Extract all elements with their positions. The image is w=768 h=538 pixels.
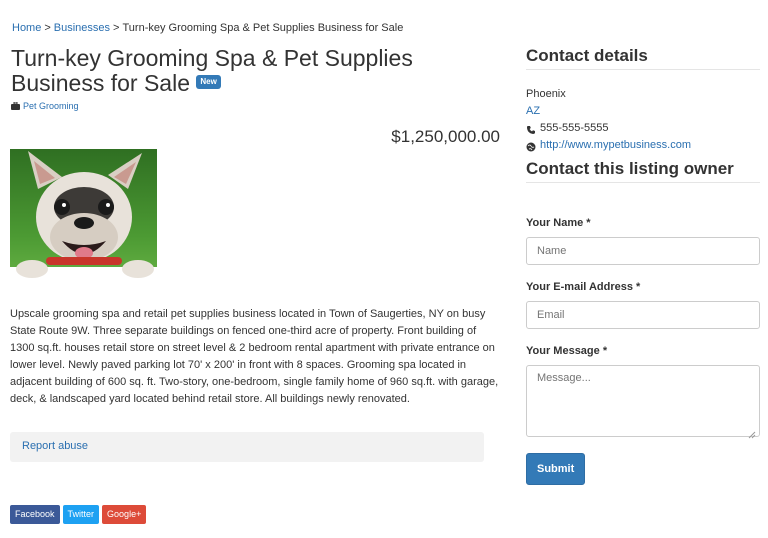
email-label: Your E-mail Address * [526,281,641,293]
message-group: Your Message * [526,345,760,440]
social-share-bar: Facebook Twitter Google+ [10,505,147,524]
breadcrumb: Home > Businesses > Turn-key Grooming Spa & … [12,22,403,34]
message-label: Your Message * [526,345,608,357]
listing-photo [10,149,157,294]
contact-owner-heading: Contact this listing owner [526,159,760,183]
submit-button[interactable]: Submit [526,453,586,485]
googleplus-share-button[interactable]: Google+ [102,505,147,524]
briefcase-icon [11,101,20,110]
name-input[interactable] [526,237,760,265]
contact-sidebar: Contact details Phoenix AZ 555-555-5555 … [526,46,760,485]
breadcrumb-home-link[interactable]: Home [12,22,41,34]
email-group: Your E-mail Address * [526,281,760,329]
listing-description: Upscale grooming spa and retail pet supp… [10,308,499,405]
contact-details-heading: Contact details [526,46,760,70]
new-badge: New [196,74,221,89]
twitter-share-button[interactable]: Twitter [62,505,100,524]
contact-info: Phoenix AZ 555-555-5555 http://www.mypet… [526,86,760,154]
facebook-share-button[interactable]: Facebook [10,505,60,524]
breadcrumb-separator: > [113,22,120,34]
name-group: Your Name * [526,217,760,265]
contact-phone-row: 555-555-5555 [526,120,760,137]
category-link[interactable]: Pet Grooming [11,101,79,111]
breadcrumb-separator: > [44,22,51,34]
breadcrumb-businesses-link[interactable]: Businesses [54,22,110,34]
contact-state-link[interactable]: AZ [526,103,540,120]
report-abuse-link[interactable]: Report abuse [22,440,88,452]
contact-form: Your Name * Your E-mail Address * Your M… [526,217,760,485]
contact-website-link[interactable]: http://www.mypetbusiness.com [540,137,691,154]
report-panel: Report abuse [10,432,484,462]
breadcrumb-current: Turn-key Grooming Spa & Pet Supplies Bus… [122,22,404,34]
resize-grip-icon[interactable] [748,428,756,439]
globe-icon [526,141,536,151]
category-label: Pet Grooming [23,101,79,111]
message-textarea[interactable] [526,365,760,437]
contact-website-row: http://www.mypetbusiness.com [526,137,760,154]
phone-icon [526,124,536,134]
listing-title: Turn-key Grooming Spa & Pet Supplies Bus… [11,46,481,96]
name-label: Your Name * [526,217,591,229]
email-input[interactable] [526,301,760,329]
contact-city: Phoenix [526,88,566,100]
listing-price: $1,250,000.00 [391,127,500,146]
contact-phone: 555-555-5555 [540,122,609,134]
